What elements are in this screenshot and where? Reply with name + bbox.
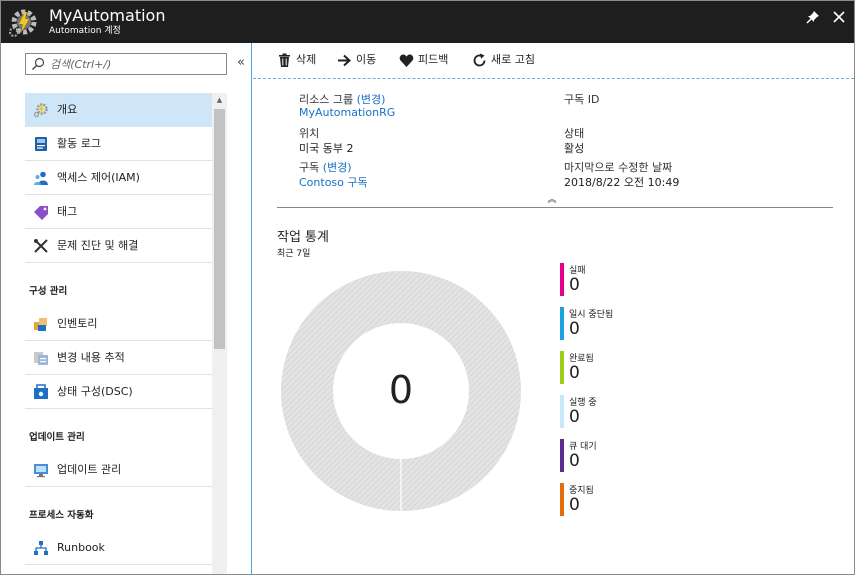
section-update-management: 업데이트 관리 xyxy=(25,409,212,453)
search-input[interactable] xyxy=(50,56,222,72)
pin-icon[interactable] xyxy=(805,9,821,25)
sidebar-item-inventory[interactable]: 인벤토리 xyxy=(25,307,212,341)
search-icon xyxy=(32,57,45,70)
sidebar-item-overview[interactable]: 개요 xyxy=(25,93,212,127)
subscription-label-text: 구독 xyxy=(299,161,320,174)
tag-icon xyxy=(34,206,48,220)
sidebar-nav: 개요 활동 로그 액세스 제어(IAM) 태그 문제 진단 및 해결 구성 관리… xyxy=(25,93,212,565)
subscription-id-label: 구독 ID xyxy=(564,93,600,106)
tools-icon xyxy=(34,239,48,253)
sidebar-item-access-control[interactable]: 액세스 제어(IAM) xyxy=(25,161,212,195)
blade-window: MyAutomation Automation 계정 « xyxy=(0,0,855,575)
sidebar-item-label: 변경 내용 추적 xyxy=(57,351,125,364)
move-button-label: 이동 xyxy=(356,53,377,66)
legend-color-bar xyxy=(560,439,564,472)
section-process-automation: 프로세스 자동화 xyxy=(25,487,212,531)
last-modified-value: 2018/8/22 오전 10:49 xyxy=(564,176,680,189)
sidebar-item-runbook[interactable]: Runbook xyxy=(25,531,212,565)
sidebar-item-label: 상태 구성(DSC) xyxy=(57,385,133,398)
legend-color-bar xyxy=(560,307,564,340)
sidebar-item-label: 액세스 제어(IAM) xyxy=(57,171,140,184)
sidebar-item-update-management[interactable]: 업데이트 관리 xyxy=(25,453,212,487)
app-title: MyAutomation xyxy=(49,6,166,25)
sidebar-item-activity-log[interactable]: 활동 로그 xyxy=(25,127,212,161)
legend-value: 0 xyxy=(569,363,580,383)
resource-group-label-text: 리소스 그룹 xyxy=(299,93,354,106)
sidebar-item-change-tracking[interactable]: 변경 내용 추적 xyxy=(25,341,212,375)
subscription-change-link[interactable]: (변경) xyxy=(323,161,352,174)
runbook-icon xyxy=(34,541,48,555)
sidebar-item-tags[interactable]: 태그 xyxy=(25,195,212,229)
refresh-button-label: 새로 고침 xyxy=(491,53,535,66)
main-content: 삭제 이동 피드백 새로 고침 리소스 그룹 (변경) MyAutomation… xyxy=(253,43,854,574)
users-icon xyxy=(34,171,48,185)
job-statistics-title: 작업 통계 xyxy=(277,230,329,245)
job-statistics-subtitle: 최근 7일 xyxy=(277,249,311,259)
essentials-divider xyxy=(277,207,833,208)
dsc-icon xyxy=(34,384,48,399)
legend-value: 0 xyxy=(569,275,580,295)
status-label: 상태 xyxy=(564,127,585,140)
sidebar-item-label: 인벤토리 xyxy=(57,317,98,330)
sidebar: « 개요 활동 로그 xyxy=(1,43,252,574)
legend-value: 0 xyxy=(569,495,580,515)
location-value: 미국 동부 2 xyxy=(299,142,354,155)
update-management-icon xyxy=(34,464,48,478)
sidebar-item-label: 문제 진단 및 해결 xyxy=(57,239,139,252)
activity-log-icon xyxy=(35,137,47,151)
section-heading: 업데이트 관리 xyxy=(29,432,85,443)
trash-icon xyxy=(279,53,290,67)
sidebar-item-label: 활동 로그 xyxy=(57,137,101,150)
inventory-icon xyxy=(34,318,47,331)
overview-gear-icon xyxy=(33,103,48,118)
command-toolbar: 삭제 이동 피드백 새로 고침 xyxy=(253,43,854,79)
subscription-link[interactable]: Contoso 구독 xyxy=(299,174,368,190)
legend-value: 0 xyxy=(569,451,580,471)
close-icon[interactable] xyxy=(831,9,847,25)
legend-color-bar xyxy=(560,263,564,296)
subscription-label: 구독 (변경) xyxy=(299,159,352,175)
collapse-essentials-chevron-icon[interactable]: ︽ xyxy=(547,195,557,205)
status-value: 활성 xyxy=(564,142,585,155)
refresh-icon xyxy=(473,53,486,67)
sidebar-scrollbar[interactable]: ▲ xyxy=(212,93,227,574)
resource-group-change-link[interactable]: (변경) xyxy=(357,93,386,106)
resource-group-link[interactable]: MyAutomationRG xyxy=(299,106,395,119)
legend-color-bar xyxy=(560,395,564,428)
arrow-right-icon xyxy=(338,54,351,67)
sidebar-item-dsc[interactable]: 상태 구성(DSC) xyxy=(25,375,212,409)
app-subtitle: Automation 계정 xyxy=(49,26,121,36)
automation-gear-icon xyxy=(9,9,37,37)
collapse-sidebar-button[interactable]: « xyxy=(234,55,248,71)
sidebar-item-diagnose[interactable]: 문제 진단 및 해결 xyxy=(25,229,212,263)
legend-value: 0 xyxy=(569,407,580,427)
sidebar-item-label: 태그 xyxy=(57,205,78,218)
legend-value: 0 xyxy=(569,319,580,339)
search-box[interactable] xyxy=(25,53,227,75)
section-heading: 프로세스 자동화 xyxy=(29,510,94,521)
scroll-up-arrow-icon[interactable]: ▲ xyxy=(212,93,227,107)
location-label: 위치 xyxy=(299,127,320,140)
sidebar-item-label: 업데이트 관리 xyxy=(57,463,122,476)
sidebar-item-label: 개요 xyxy=(57,103,78,116)
legend-color-bar xyxy=(560,351,564,384)
change-tracking-icon xyxy=(34,352,48,365)
scroll-thumb[interactable] xyxy=(214,109,225,349)
section-heading: 구성 관리 xyxy=(29,286,68,297)
legend-color-bar xyxy=(560,483,564,516)
delete-button-label: 삭제 xyxy=(296,53,317,66)
feedback-button-label: 피드백 xyxy=(418,53,449,66)
sidebar-item-label: Runbook xyxy=(57,541,105,554)
heart-icon xyxy=(399,54,414,67)
last-modified-label: 마지막으로 수정한 날짜 xyxy=(564,161,673,174)
title-bar: MyAutomation Automation 계정 xyxy=(1,1,854,43)
donut-total-count: 0 xyxy=(388,368,414,412)
resource-group-label: 리소스 그룹 (변경) xyxy=(299,91,385,107)
section-config-management: 구성 관리 xyxy=(25,263,212,307)
